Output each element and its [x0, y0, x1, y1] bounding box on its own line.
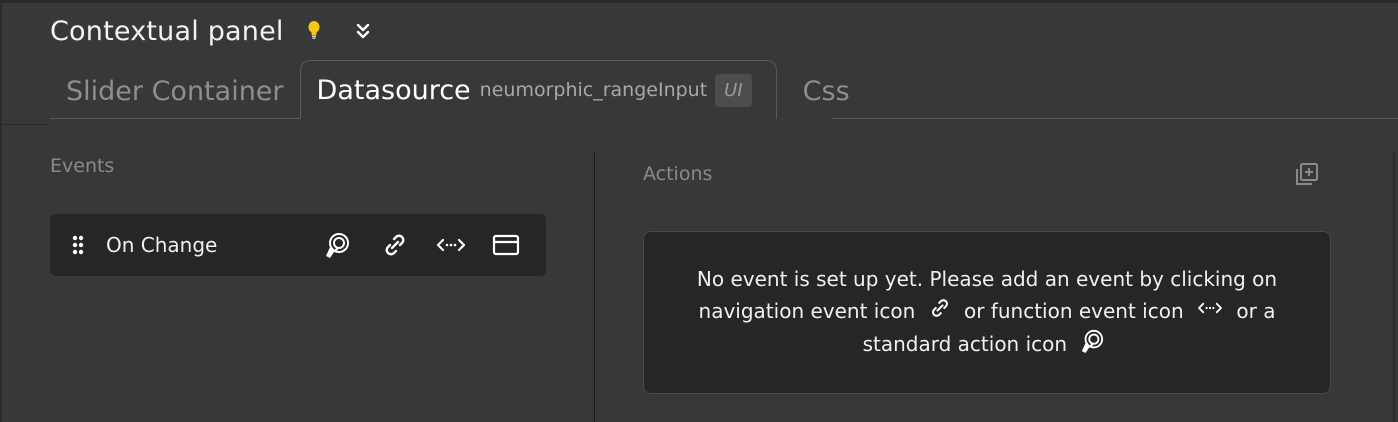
- code-icon[interactable]: [436, 232, 466, 258]
- actions-heading: Actions: [643, 163, 713, 185]
- divider: [0, 124, 50, 125]
- empty-state-text: or function event icon: [963, 298, 1184, 323]
- contextual-panel: Contextual panel Slider Container Dataso…: [0, 0, 1398, 422]
- tab-slider-container[interactable]: Slider Container: [50, 63, 300, 119]
- empty-state-text: No event is set up yet. Please add an ev…: [696, 266, 1278, 291]
- empty-state-text: standard action icon: [862, 332, 1068, 357]
- actions-empty-state: No event is set up yet. Please add an ev…: [643, 231, 1331, 394]
- drag-handle-icon[interactable]: [72, 235, 84, 255]
- empty-state-text: or a: [1236, 298, 1276, 323]
- tab-label: Slider Container: [66, 75, 284, 107]
- panel-header: Contextual panel: [50, 13, 372, 49]
- ui-badge: UI: [715, 73, 752, 107]
- event-name: On Change: [106, 233, 218, 257]
- events-heading: Events: [50, 155, 115, 177]
- tab-label: Datasource: [316, 74, 471, 106]
- tab-css[interactable]: Css: [777, 63, 866, 119]
- double-chevron-down-icon[interactable]: [354, 20, 372, 42]
- panel-right-border: [1393, 151, 1395, 422]
- tab-subtitle: neumorphic_rangeInput: [479, 79, 708, 101]
- empty-state-text: navigation event icon: [698, 298, 916, 323]
- empty-state-line: No event is set up yet. Please add an ev…: [697, 263, 1277, 295]
- lightbulb-icon[interactable]: [306, 20, 322, 42]
- empty-state-line: navigation event icon or function event …: [699, 295, 1276, 329]
- panel-left-border: [0, 3, 2, 422]
- add-copy-icon[interactable]: [1293, 160, 1321, 188]
- code-icon: [1196, 296, 1224, 328]
- event-item-on-change[interactable]: On Change: [50, 214, 546, 276]
- empty-state-line: standard action icon: [863, 328, 1112, 362]
- link-icon: [928, 296, 952, 328]
- standard-action-icon[interactable]: [323, 232, 351, 258]
- tab-underline: [832, 118, 1398, 119]
- panel-title: Contextual panel: [50, 15, 284, 47]
- card-icon[interactable]: [492, 232, 520, 258]
- standard-action-icon: [1079, 329, 1105, 362]
- tab-label: Css: [802, 75, 850, 107]
- link-icon[interactable]: [381, 232, 409, 258]
- column-divider: [594, 151, 595, 422]
- tab-datasource[interactable]: Datasource neumorphic_rangeInput UI: [299, 60, 777, 119]
- tab-bar: Slider Container Datasource neumorphic_r…: [50, 60, 866, 119]
